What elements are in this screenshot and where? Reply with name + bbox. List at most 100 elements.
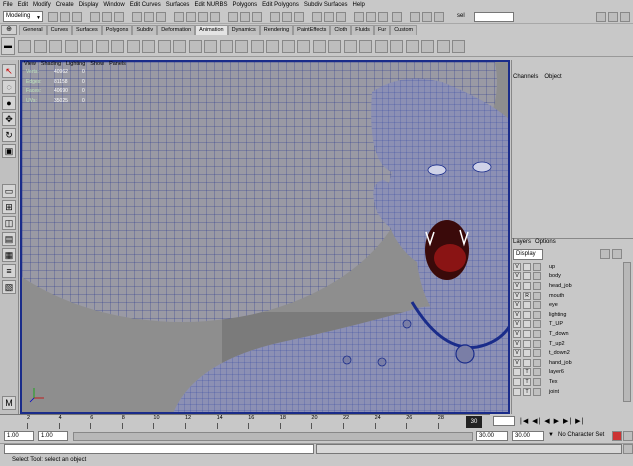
layer-row[interactable]: Veye [513, 300, 621, 310]
layer-color-swatch[interactable] [533, 387, 541, 396]
magnet-icon[interactable] [294, 12, 304, 22]
shelf-key-rotate-icon[interactable] [49, 40, 62, 53]
shelf-constraint-orient-icon[interactable] [297, 40, 310, 53]
render-globals-icon[interactable] [210, 12, 220, 22]
layer-display-select[interactable]: Display [513, 249, 543, 260]
layer-color-swatch[interactable] [533, 291, 541, 300]
layer-color-swatch[interactable] [533, 339, 541, 348]
shelf-tab-polygons[interactable]: Polygons [101, 25, 133, 35]
layout-graph-icon[interactable]: ▦ [2, 248, 16, 262]
paint-select-icon[interactable]: ● [2, 96, 16, 110]
playback-buttons[interactable]: |◀ ◀| ◀ ▶ ▶| ▶| [520, 417, 584, 425]
cube-icon[interactable] [240, 12, 250, 22]
mel-input[interactable] [4, 444, 314, 454]
layer-color-swatch[interactable] [533, 281, 541, 290]
select-hierarchy-icon[interactable] [90, 12, 100, 22]
layer-row[interactable]: Tjoint [513, 387, 621, 397]
shelf-tab-curves[interactable]: Curves [46, 25, 72, 35]
shelf-breakdown-icon[interactable] [80, 40, 93, 53]
shelf-motion-path-icon[interactable] [95, 40, 109, 53]
shelf-constraint-point-icon[interactable] [266, 40, 279, 53]
save-scene-icon[interactable] [72, 12, 82, 22]
channel-box-channels[interactable]: Channels [513, 74, 538, 80]
layer-row[interactable]: Vhead_job [513, 281, 621, 291]
layout-icon[interactable] [596, 12, 606, 22]
shelf-constraint-scale-icon[interactable] [312, 40, 326, 53]
current-time-field[interactable] [493, 416, 515, 426]
layer-color-swatch[interactable] [533, 301, 541, 310]
character-set-label[interactable]: No Character Set [558, 432, 604, 438]
layer-color-swatch[interactable] [533, 272, 541, 281]
layout-persp-icon[interactable]: ▤ [2, 232, 16, 246]
layout-outliner-icon[interactable]: ≡ [2, 264, 16, 278]
shelf-lattice-icon[interactable] [157, 40, 171, 53]
shelf-constraint-parent-icon[interactable] [328, 40, 341, 53]
layer-visibility-toggle[interactable]: V [513, 329, 521, 338]
shelf-tab-fluids[interactable]: Fluids [351, 25, 374, 35]
layer-row[interactable]: Vt_down2 [513, 348, 621, 358]
shelf-wrinkle-icon[interactable] [219, 40, 233, 53]
shelf-tab-painteffects[interactable]: PaintEffects [293, 25, 331, 35]
point-icon[interactable] [354, 12, 364, 22]
menu-modify[interactable]: Modify [33, 0, 51, 10]
menu-edit[interactable]: Edit [18, 0, 28, 10]
layer-row[interactable]: V Rmouth [513, 291, 621, 301]
layout2-icon[interactable] [608, 12, 618, 22]
history-icon[interactable] [174, 12, 184, 22]
layer-row[interactable]: Tlayer6 [513, 368, 621, 378]
layer-visibility-toggle[interactable]: V [513, 301, 521, 310]
script-editor-icon[interactable] [623, 444, 633, 454]
ipr-render-icon[interactable] [198, 12, 208, 22]
curve-icon[interactable] [366, 12, 376, 22]
layer-visibility-toggle[interactable]: V [513, 272, 521, 281]
layer-visibility-toggle[interactable]: V [513, 281, 521, 290]
menu-edit-curves[interactable]: Edit Curves [130, 0, 161, 10]
layer-display-type-toggle[interactable] [523, 358, 531, 367]
range-end-field[interactable]: 30.00 [512, 431, 544, 441]
lock-icon[interactable] [282, 12, 292, 22]
camera-icon[interactable] [312, 12, 322, 22]
select-object-icon[interactable] [102, 12, 112, 22]
layer-color-swatch[interactable] [533, 377, 541, 386]
clapper2-icon[interactable] [422, 12, 432, 22]
menu-edit-polygons[interactable]: Edit Polygons [262, 0, 299, 10]
shelf-sculpt-icon[interactable] [188, 40, 202, 53]
viewport-panel[interactable] [20, 60, 510, 414]
layer-visibility-toggle[interactable] [513, 377, 521, 386]
shelf-character-icon[interactable] [250, 40, 264, 53]
layer-scrollbar[interactable] [623, 262, 631, 402]
layout-single-icon[interactable]: ▭ [2, 184, 16, 198]
clapper-icon[interactable] [410, 12, 420, 22]
range-start-field[interactable]: 1.00 [4, 431, 34, 441]
layer-display-type-toggle[interactable] [523, 281, 531, 290]
layer-color-swatch[interactable] [533, 368, 541, 377]
shelf-blend-shape-icon[interactable] [235, 40, 248, 53]
preferences-icon[interactable] [623, 431, 633, 441]
layer-visibility-toggle[interactable]: V [513, 310, 521, 319]
layer-row[interactable]: Vup [513, 262, 621, 272]
shelf-options-button[interactable]: ⊕ [1, 25, 17, 35]
layer-display-type-toggle[interactable] [523, 272, 531, 281]
layer-visibility-toggle[interactable]: V [513, 339, 521, 348]
layer-display-type-toggle[interactable] [523, 301, 531, 310]
layer-color-swatch[interactable] [533, 310, 541, 319]
layout-four-icon[interactable]: ⊞ [2, 200, 16, 214]
shelf-key-translate-icon[interactable] [33, 40, 47, 53]
layer-row[interactable]: V T_down [513, 329, 621, 339]
layer-display-type-toggle[interactable]: R [523, 291, 531, 300]
layer-color-swatch[interactable] [533, 320, 541, 329]
layer-display-type-toggle[interactable] [523, 349, 531, 358]
layer-color-swatch[interactable] [533, 349, 541, 358]
new-layer-icon[interactable] [600, 249, 610, 259]
shelf-tab-deformation[interactable]: Deformation [157, 25, 196, 35]
shelf-ik-handle-icon[interactable] [111, 40, 124, 53]
layer-row[interactable]: Vlighting [513, 310, 621, 320]
layer-display-type-toggle[interactable]: T [523, 368, 531, 377]
menu-file[interactable]: File [3, 0, 13, 10]
sel-field[interactable] [474, 12, 514, 22]
shelf-tab-dynamics[interactable]: Dynamics [227, 25, 260, 35]
rotate-tool-icon[interactable]: ↻ [2, 128, 16, 142]
shelf-constraint-aim-icon[interactable] [281, 40, 295, 53]
shelf-bind-skin-icon[interactable] [142, 40, 155, 53]
select-component-icon[interactable] [114, 12, 124, 22]
